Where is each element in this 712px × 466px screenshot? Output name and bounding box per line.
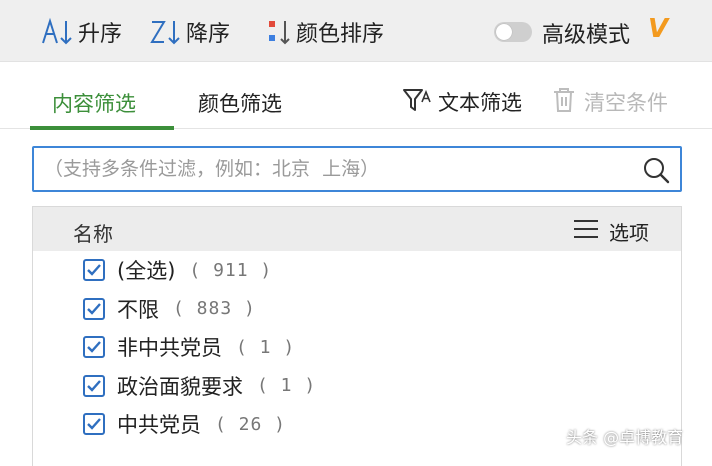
list-item[interactable]: 非中共党员 ( 1 ) [33,328,681,367]
list-item-count: ( 911 ) [189,259,273,281]
color-sort-button[interactable]: 颜色排序 [266,16,384,48]
sort-descending-icon [148,17,182,47]
text-filter-label: 文本筛选 [438,91,522,115]
watermark: 头条 @卓博教育 [566,428,684,447]
list-item-count: ( 1 ) [257,375,317,397]
sort-ascending-label: 升序 [78,22,123,47]
options-button[interactable]: 选项 [573,217,649,246]
options-label: 选项 [609,221,649,245]
list-item-count: ( 26 ) [215,413,287,435]
list-header: 名称 选项 [33,207,681,251]
list-item[interactable]: 政治面貌要求 ( 1 ) [33,367,681,406]
filter-tabs: 内容筛选 颜色筛选 文本筛选 清空条件 [0,62,712,132]
column-name-header: 名称 [73,222,113,246]
list-item[interactable]: (全选) ( 911 ) [33,251,681,290]
tab-color-filter[interactable]: 颜色筛选 [198,88,282,118]
sort-ascending-icon [40,17,74,47]
checkbox[interactable] [83,374,105,397]
active-tab-indicator [30,126,174,130]
list-item-label: (全选) [117,259,176,284]
checkbox[interactable] [83,259,105,282]
sort-descending-label: 降序 [186,22,231,47]
search-box [32,146,682,192]
list-item-count: ( 883 ) [173,298,256,320]
toolbar: 升序 降序 颜色排序 高级模式 V [0,0,712,62]
toggle-knob [496,24,512,40]
list-item[interactable]: 不限 ( 883 ) [33,290,681,329]
list-item-label: 非中共党员 [117,336,222,361]
clear-conditions-label: 清空条件 [584,91,668,115]
list-item-label: 不限 [117,297,159,322]
list-item-label: 中共党员 [117,413,201,438]
value-list: (全选) ( 911 ) 不限 ( 883 ) 非中共党员 ( 1 ) 政治面貌… [33,251,681,444]
clear-conditions-button[interactable]: 清空条件 [552,86,668,118]
advanced-mode-toggle[interactable] [494,22,532,42]
list-item-label: 政治面貌要求 [117,374,243,399]
checkbox[interactable] [83,297,105,320]
advanced-mode-label: 高级模式 [542,23,631,48]
checkbox[interactable] [83,413,105,436]
color-sort-icon [266,17,292,47]
list-item-count: ( 1 ) [236,336,296,358]
sort-descending-button[interactable]: 降序 [148,16,230,48]
text-filter-button[interactable]: 文本筛选 [402,86,522,118]
menu-icon [573,218,599,245]
search-icon[interactable] [642,156,670,188]
vip-badge-icon: V [648,14,669,44]
color-sort-label: 颜色排序 [296,22,385,47]
search-input[interactable] [44,148,634,190]
tab-content-filter[interactable]: 内容筛选 [52,88,136,118]
checkbox[interactable] [83,336,105,359]
trash-icon [552,86,576,119]
funnel-icon [402,85,432,120]
sort-ascending-button[interactable]: 升序 [40,16,122,48]
